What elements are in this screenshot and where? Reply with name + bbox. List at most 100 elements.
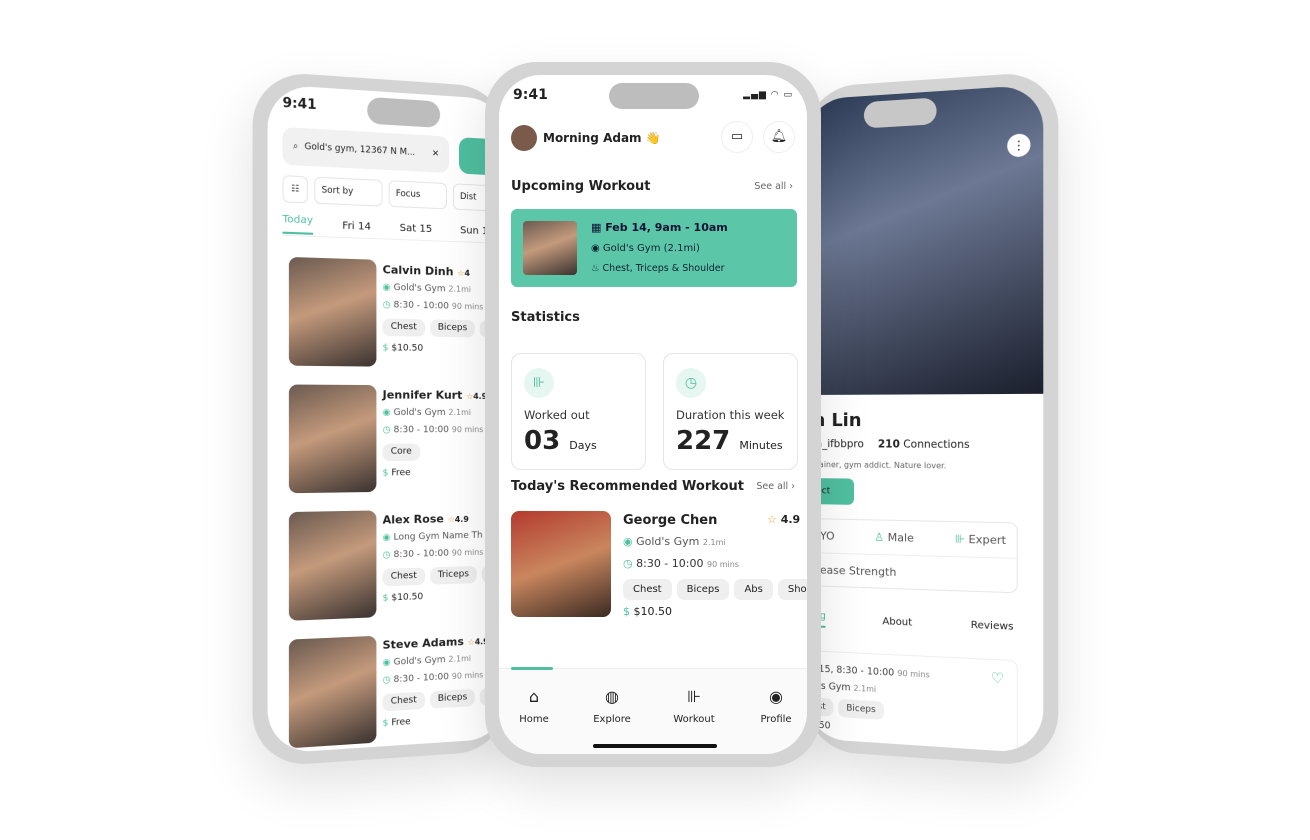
star-icon: ☆	[467, 637, 475, 647]
trainer-card[interactable]: Alex Rose ☆4.9 ◉ Long Gym Name Th ◷ 8:30…	[288, 508, 508, 622]
time: 8:30 - 10:00	[393, 672, 449, 686]
location-icon: ◉	[382, 532, 391, 544]
date-text: Feb 14, 9am - 10am	[605, 221, 728, 234]
session-time: b 15, 8:30 - 10:00	[809, 663, 895, 679]
location-icon: ◉	[623, 535, 633, 548]
tab-today[interactable]: Today	[282, 213, 314, 235]
trainer-name: Jennifer Kurt	[382, 388, 463, 402]
tag: Chest	[382, 691, 425, 712]
tag: Chest	[623, 579, 672, 600]
more-icon[interactable]: ⋮	[1007, 133, 1031, 158]
dynamic-island	[367, 96, 441, 128]
trainer-photo	[288, 635, 377, 749]
star-icon: ☆	[447, 515, 455, 525]
dollar-icon: $	[623, 605, 630, 618]
session-duration: 90 mins	[897, 668, 930, 680]
trainer-photo: ⋮	[805, 84, 1044, 395]
statistics-title: Statistics	[511, 310, 580, 325]
clock-icon: ◷	[382, 550, 391, 561]
nav-workout[interactable]: ⊪ Workout	[659, 687, 729, 725]
connections-label: Connections	[903, 438, 970, 452]
level: Expert	[968, 532, 1007, 548]
trainer-photo	[288, 384, 377, 494]
profile-icon: ◉	[769, 687, 783, 706]
nav-label: Workout	[673, 714, 715, 725]
heart-icon[interactable]: ♡	[991, 670, 1004, 687]
trainer-bio: trainer, gym addict. Nature lover.	[812, 460, 947, 471]
duration: 90 mins	[451, 425, 484, 435]
message-icon[interactable]: ▭	[721, 121, 753, 153]
clear-icon[interactable]: ✕	[432, 149, 439, 160]
trainer-card[interactable]: Calvin Dinh ☆4 ◉ Gold's Gym 2.1mi ◷ 8:30…	[288, 256, 508, 369]
tab-reviews[interactable]: Reviews	[971, 620, 1014, 633]
dynamic-island	[609, 83, 699, 109]
trainer-name: Alex Rose	[382, 512, 444, 527]
price: Free	[391, 467, 411, 479]
upcoming-title: Upcoming Workout	[511, 179, 651, 194]
distance: 2.1mi	[448, 284, 471, 295]
focus-text: Chest, Triceps & Shoulder	[602, 263, 725, 274]
see-all-label: See all	[756, 481, 789, 492]
trainer-card[interactable]: Steve Adams ☆4.9 ◉ Gold's Gym 2.1mi ◷ 8:…	[288, 630, 508, 750]
price: $10.50	[391, 343, 424, 354]
clock-icon: ◷	[382, 675, 391, 686]
connections-count: 210	[877, 438, 900, 451]
nav-explore[interactable]: ◍ Explore	[577, 687, 647, 725]
search-input[interactable]: ⌕ Gold's gym, 12367 N M... ✕	[282, 126, 450, 174]
trainer-photo	[288, 256, 377, 367]
price: Free	[391, 716, 411, 729]
filter-icon[interactable]: ☷	[282, 175, 308, 204]
rating: ☆ 4.9	[767, 513, 800, 526]
upcoming-focus: ♨ Chest, Triceps & Shoulder	[591, 263, 725, 274]
sort-dropdown[interactable]: Sort by	[314, 176, 383, 207]
dollar-icon: $	[382, 468, 389, 479]
time: 8:30 - 10:00	[393, 300, 449, 312]
bell-icon[interactable]: 🔔︎	[763, 121, 795, 153]
gym: Gold's Gym	[393, 655, 446, 668]
tab-fri[interactable]: Fri 14	[342, 220, 371, 232]
session-card[interactable]: b 15, 8:30 - 10:00 90 mins ld's Gym 2.1m…	[805, 650, 1018, 754]
right-phone: ⋮ n Lin in_ifbbpro 210 Connections train…	[805, 70, 1059, 768]
clock-icon: ◷	[382, 299, 391, 311]
trainer-photo	[288, 510, 377, 621]
stat-unit: Minutes	[739, 439, 783, 452]
nav-home[interactable]: ⌂ Home	[499, 687, 569, 725]
duration: 90 mins	[451, 670, 484, 682]
nav-profile[interactable]: ◉ Profile	[741, 687, 807, 725]
dynamic-island	[863, 97, 937, 129]
home-icon: ⌂	[528, 687, 540, 706]
tab-sat[interactable]: Sat 15	[400, 223, 433, 235]
price: $10.50	[633, 605, 673, 618]
trainer-card[interactable]: Jennifer Kurt ☆4.9 ◉ Gold's Gym 2.1mi ◷ …	[288, 384, 508, 494]
upcoming-see-all[interactable]: See all ›	[754, 181, 793, 192]
nav-label: Explore	[593, 714, 631, 725]
upcoming-workout-card[interactable]: ▦ Feb 14, 9am - 10am ◉ Gold's Gym (2.1mi…	[511, 209, 797, 287]
recommended-see-all[interactable]: See all ›	[756, 481, 795, 492]
tag: Core	[382, 443, 420, 462]
duration: 90 mins	[451, 547, 484, 558]
upcoming-gym: ◉ Gold's Gym (2.1mi)	[591, 243, 700, 254]
home-screen: 9:41 ▂▄▆ ◠ ▭ Morning Adam 👋 ▭ 🔔︎ Upcomin…	[499, 75, 807, 754]
center-phone: 9:41 ▂▄▆ ◠ ▭ Morning Adam 👋 ▭ 🔔︎ Upcomin…	[485, 62, 821, 767]
recommended-card[interactable]: George Chen ☆ 4.9 ◉ Gold's Gym 2.1mi ◷ 8…	[511, 511, 807, 621]
avatar[interactable]	[511, 125, 537, 151]
clock-icon: ◷	[676, 368, 706, 398]
distance: 2.1mi	[448, 653, 471, 664]
stat-unit: Days	[569, 439, 597, 452]
clock-icon: ◷	[623, 557, 633, 570]
focus-dropdown[interactable]: Focus	[388, 180, 448, 210]
tag: Biceps	[429, 688, 476, 709]
session-distance: 2.1mi	[853, 683, 877, 695]
trainer-name: Steve Adams	[382, 634, 464, 652]
search-icon: ⌕	[293, 141, 299, 152]
dollar-icon: $	[382, 343, 389, 354]
gym: Gold's Gym	[393, 407, 446, 418]
tag: Abs	[734, 579, 773, 600]
gym: Gold's Gym	[393, 282, 446, 295]
tab-about[interactable]: About	[882, 616, 912, 628]
distance: 2.1mi	[702, 538, 726, 547]
gym: Gold's Gym	[636, 535, 700, 548]
tag: Triceps	[429, 565, 477, 585]
dist-text: (2.1mi)	[663, 243, 700, 254]
price: $10.50	[391, 591, 424, 604]
